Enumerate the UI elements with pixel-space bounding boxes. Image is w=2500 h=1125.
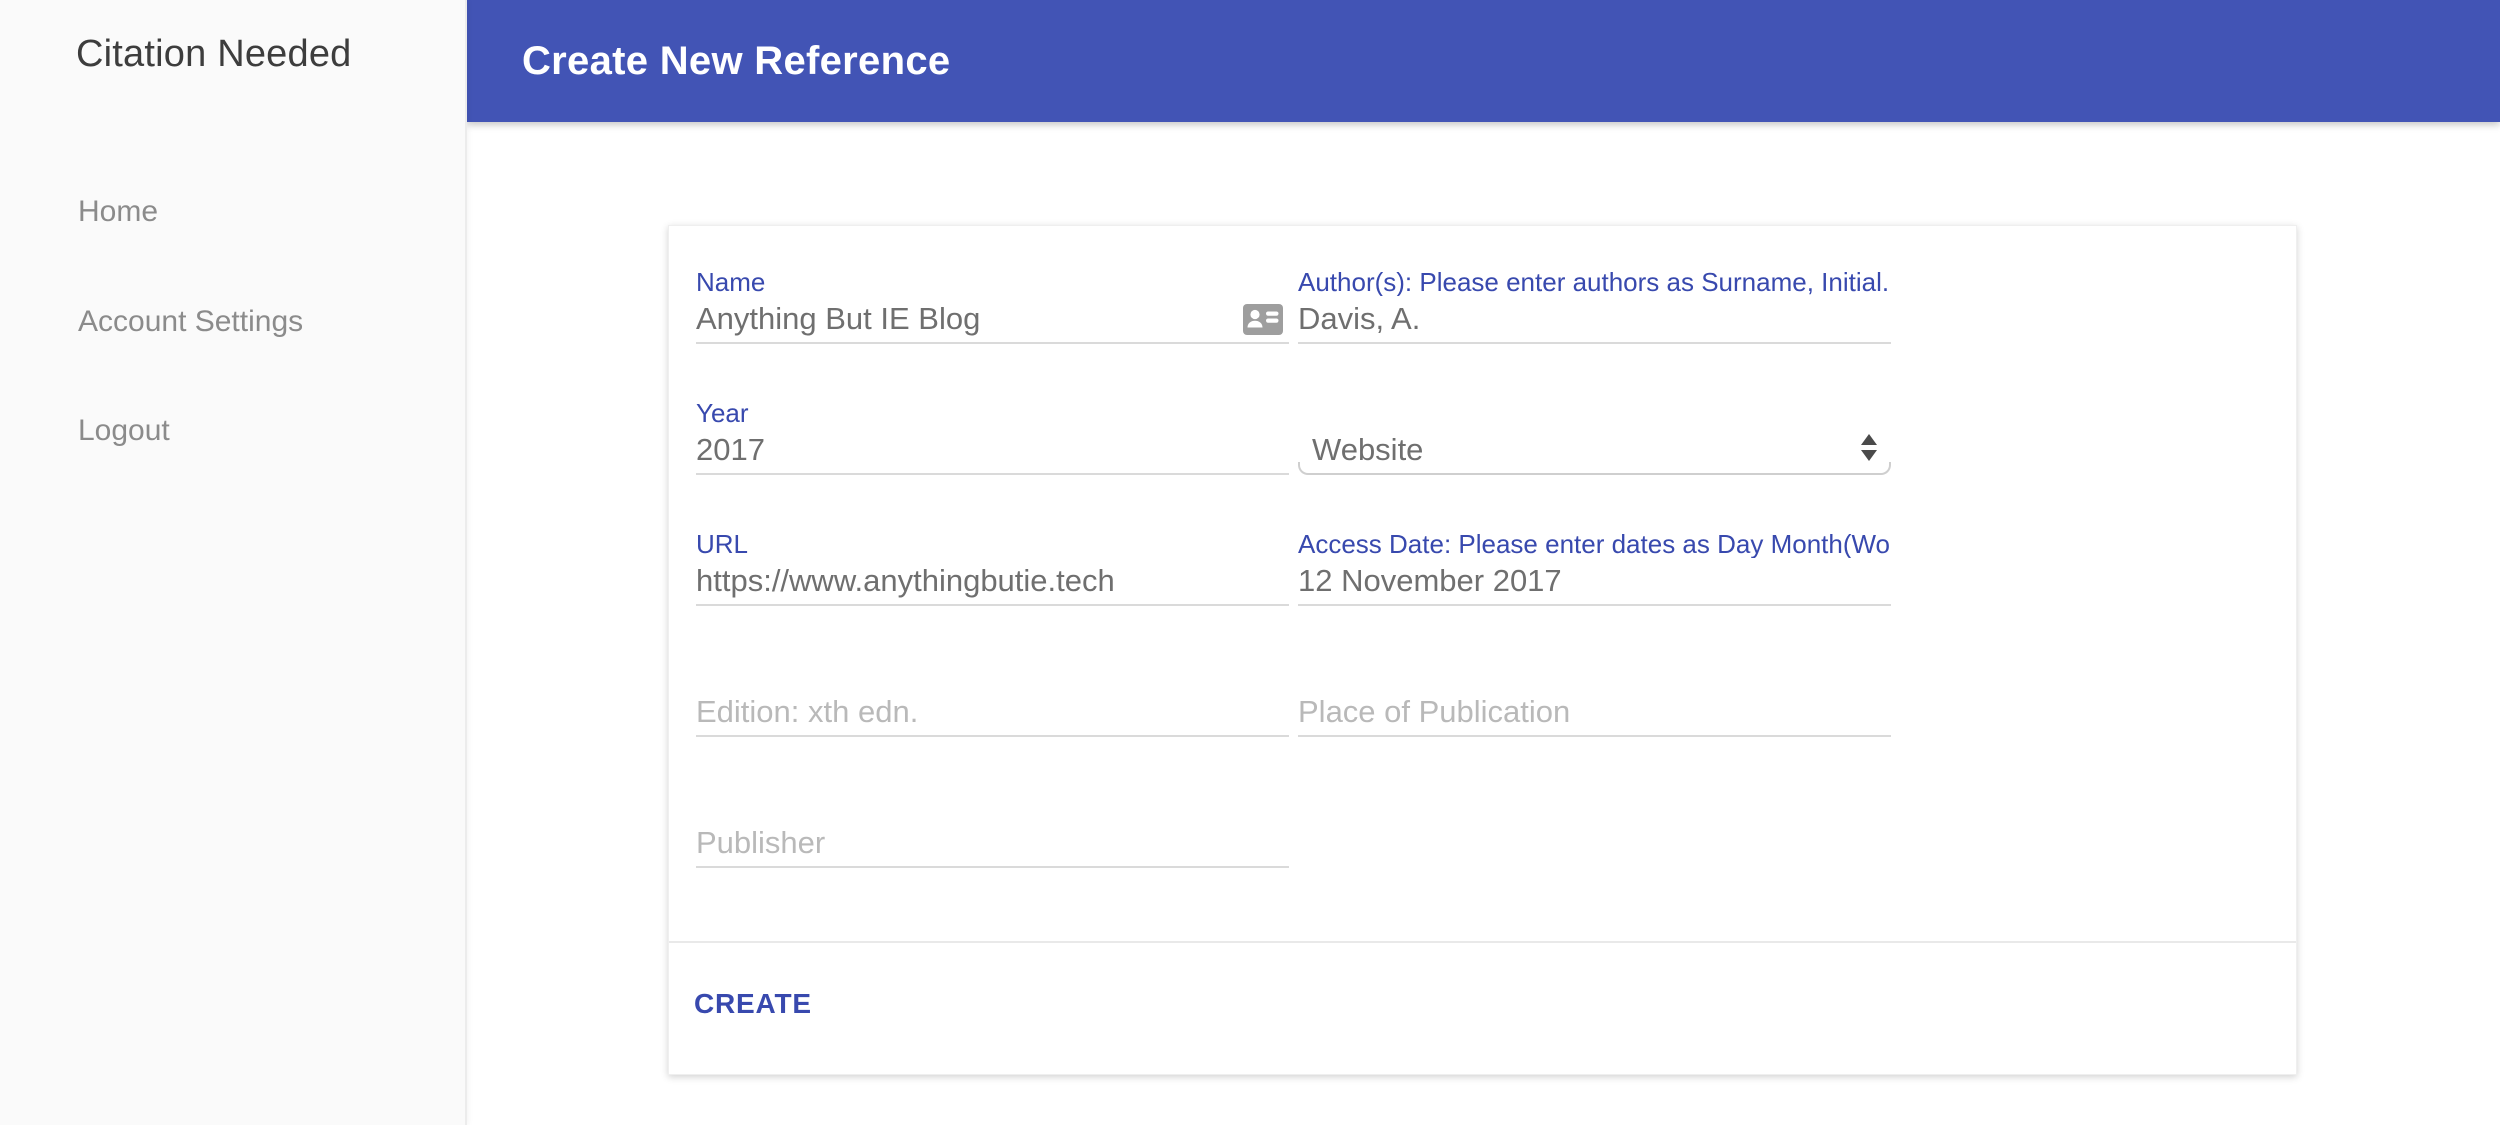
url-underline <box>696 558 1289 606</box>
spinner-down-arrow <box>1861 450 1877 461</box>
url-input[interactable] <box>696 558 1289 604</box>
name-input[interactable] <box>696 296 1216 342</box>
reference-form: Name Author(s): Please ent <box>669 226 2296 868</box>
access-date-label: Access Date: Please enter dates as Day M… <box>1298 530 1891 558</box>
access-date-field: Access Date: Please enter dates as Day M… <box>1298 530 1891 606</box>
contact-card-icon[interactable] <box>1243 304 1283 335</box>
create-button[interactable]: CREATE <box>694 982 822 1026</box>
publisher-label-spacer <box>696 792 1289 820</box>
sidebar-item-account-settings[interactable]: Account Settings <box>78 305 303 339</box>
publisher-field <box>696 792 1289 868</box>
authors-label: Author(s): Please enter authors as Surna… <box>1298 268 1890 296</box>
card-footer: CREATE <box>669 943 2296 1026</box>
form-row: URL Access Date: Please enter dates as D… <box>696 530 2296 606</box>
place-of-publication-input[interactable] <box>1298 689 1891 735</box>
edition-field <box>696 661 1289 737</box>
reference-type-field: Website <box>1298 399 1891 475</box>
page-title: Create New Reference <box>522 39 951 83</box>
form-row <box>696 792 2296 868</box>
select-underline <box>1298 462 1891 475</box>
form-row: Year Website <box>696 399 2296 475</box>
publisher-underline <box>696 820 1289 868</box>
name-field: Name <box>696 268 1289 344</box>
app-title: Citation Needed <box>76 33 352 75</box>
year-field: Year <box>696 399 1289 475</box>
app-bar: Create New Reference <box>467 0 2500 122</box>
edition-underline <box>696 689 1289 737</box>
create-reference-card: Name Author(s): Please ent <box>668 225 2297 1075</box>
up-down-spinner-icon <box>1861 434 1877 461</box>
sidebar: Citation Needed Home Account Settings Lo… <box>0 0 467 1125</box>
form-row: Name Author(s): Please ent <box>696 268 2296 344</box>
edition-input[interactable] <box>696 689 1289 735</box>
place-of-publication-underline <box>1298 689 1891 737</box>
place-label-spacer <box>1298 661 1891 689</box>
reference-type-label-spacer <box>1298 399 1891 427</box>
authors-underline <box>1298 296 1891 344</box>
reference-type-select[interactable]: Website <box>1298 427 1891 475</box>
empty-cell <box>1298 792 1891 868</box>
year-input[interactable] <box>696 427 1289 473</box>
authors-input[interactable] <box>1298 296 1891 342</box>
name-label: Name <box>696 268 766 296</box>
form-row <box>696 661 2296 737</box>
authors-field: Author(s): Please enter authors as Surna… <box>1298 268 1891 344</box>
publisher-input[interactable] <box>696 820 1289 866</box>
edition-label-spacer <box>696 661 1289 689</box>
sidebar-item-logout[interactable]: Logout <box>78 414 170 448</box>
url-field: URL <box>696 530 1289 606</box>
access-date-input[interactable] <box>1298 558 1891 604</box>
url-label: URL <box>696 530 749 558</box>
place-of-publication-field <box>1298 661 1891 737</box>
name-underline <box>696 296 1289 344</box>
sidebar-item-home[interactable]: Home <box>78 195 158 229</box>
access-date-underline <box>1298 558 1891 606</box>
spinner-up-arrow <box>1861 434 1877 445</box>
year-label: Year <box>696 399 749 427</box>
year-underline <box>696 427 1289 475</box>
